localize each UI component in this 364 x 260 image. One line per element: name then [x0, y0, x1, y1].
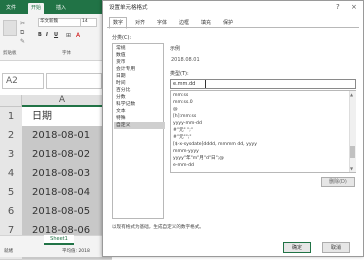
- tab-divider: [107, 27, 359, 28]
- cell[interactable]: 2018-08-02: [22, 145, 112, 165]
- cancel-button[interactable]: 取消: [322, 242, 350, 253]
- category-item[interactable]: 常规: [114, 45, 165, 52]
- font-group-label: 字体: [62, 51, 71, 56]
- status-ready: 就绪: [4, 249, 13, 254]
- format-type-list[interactable]: mm:ss mm:ss.0 @ [h]:mm:ss yyyy-mm-dd #"元…: [170, 90, 356, 173]
- cell[interactable]: 2018-08-03: [22, 164, 112, 184]
- column-header-a[interactable]: A: [22, 95, 102, 107]
- cut-icon[interactable]: ✂: [20, 20, 25, 27]
- category-list[interactable]: 常规 数值 货币 会计专用 日期 时间 百分比 分数 科学记数 文本 特殊 自定…: [112, 43, 165, 219]
- format-type-item[interactable]: e-mm-dd: [173, 162, 347, 170]
- row-header[interactable]: 2: [0, 126, 23, 146]
- delete-button[interactable]: 删除(D): [321, 177, 355, 187]
- dialog-title: 设置单元格格式: [109, 5, 148, 11]
- scrollbar-thumb[interactable]: [350, 146, 355, 158]
- type-input[interactable]: e.mm.dd: [170, 79, 356, 89]
- type-list-scrollbar[interactable]: [349, 91, 356, 172]
- tab-insert[interactable]: 插入: [53, 3, 69, 14]
- font-name-select[interactable]: 华文新魏: [38, 18, 81, 27]
- borders-icon[interactable]: ⊞: [66, 32, 71, 39]
- category-item[interactable]: 数值: [114, 52, 165, 59]
- format-cells-dialog: 设置单元格格式 ? × 数字 对齐 字体 边框 填充 保护 分类(C): 常规 …: [102, 0, 364, 257]
- tab-home[interactable]: 开始: [28, 3, 45, 14]
- ok-button[interactable]: 确定: [283, 242, 311, 253]
- name-box[interactable]: A2: [2, 73, 44, 89]
- type-label: 类型(T):: [170, 71, 189, 77]
- category-item-selected[interactable]: 自定义: [114, 122, 165, 129]
- text-caret: [205, 80, 206, 88]
- cell[interactable]: 2018-08-05: [22, 202, 112, 222]
- row-header[interactable]: 5: [0, 183, 23, 203]
- cell[interactable]: 2018-08-04: [22, 183, 112, 203]
- select-all-corner[interactable]: [0, 95, 22, 107]
- cell[interactable]: 日期: [22, 107, 112, 127]
- category-item[interactable]: 文本: [114, 108, 165, 115]
- font-color-icon[interactable]: A: [76, 32, 80, 39]
- cell[interactable]: 2018-08-01: [22, 126, 112, 146]
- sample-label: 示例: [170, 46, 181, 52]
- format-painter-icon[interactable]: ✎: [20, 38, 25, 45]
- italic-button[interactable]: I: [46, 32, 48, 38]
- category-item[interactable]: 分数: [114, 94, 165, 101]
- bold-button[interactable]: B: [38, 32, 42, 38]
- clipboard-group-label: 剪贴板: [3, 51, 17, 56]
- category-label: 分类(C):: [112, 35, 132, 41]
- scroll-down-icon[interactable]: ▼: [350, 166, 353, 171]
- status-average: 平均值: 2018: [62, 249, 90, 254]
- row-header[interactable]: 4: [0, 164, 23, 184]
- scroll-up-icon[interactable]: ▲: [350, 92, 353, 97]
- category-item[interactable]: 会计专用: [114, 66, 165, 73]
- category-item[interactable]: 时间: [114, 80, 165, 87]
- tab-file[interactable]: 文件: [3, 3, 19, 14]
- category-item[interactable]: 特殊: [114, 115, 165, 122]
- sample-value: 2018.08.01: [171, 57, 200, 63]
- category-item[interactable]: 日期: [114, 73, 165, 80]
- category-item[interactable]: 科学记数: [114, 101, 165, 108]
- row-header[interactable]: 6: [0, 202, 23, 222]
- help-icon[interactable]: ?: [336, 3, 340, 11]
- close-icon[interactable]: ×: [351, 3, 357, 11]
- font-size-select[interactable]: 14: [80, 18, 97, 27]
- copy-icon[interactable]: ⧉: [20, 29, 24, 37]
- underline-button[interactable]: U: [54, 32, 58, 38]
- hint-text: 以现有格式为基础，生成自定义的数字格式。: [112, 225, 204, 230]
- row-header[interactable]: 1: [0, 107, 23, 127]
- sheet-tab[interactable]: Sheet1: [44, 235, 74, 245]
- row-header[interactable]: 3: [0, 145, 23, 165]
- category-item[interactable]: 百分比: [114, 87, 165, 94]
- formula-bar[interactable]: [46, 73, 102, 89]
- paste-icon[interactable]: [3, 20, 17, 36]
- category-item[interactable]: 货币: [114, 59, 165, 66]
